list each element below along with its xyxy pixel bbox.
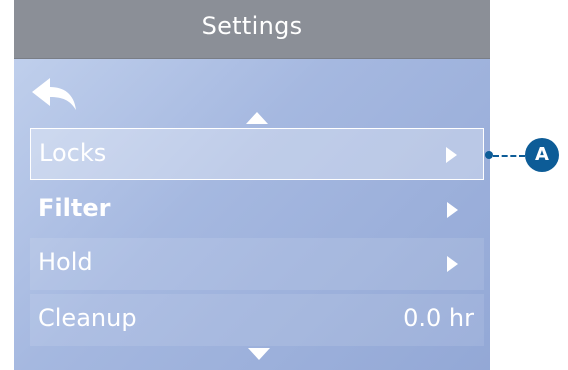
menu-item-label: Hold <box>38 248 93 276</box>
menu-item-locks[interactable]: Locks <box>30 128 484 180</box>
chevron-right-icon <box>447 256 458 272</box>
back-button[interactable] <box>30 76 80 114</box>
menu-item-label: Cleanup <box>38 304 137 332</box>
menu-item-label: Locks <box>39 139 107 167</box>
cleanup-value: 0.0 hr <box>403 304 474 332</box>
callout-leader-line <box>493 155 525 157</box>
menu-item-cleanup[interactable]: Cleanup 0.0 hr <box>30 294 484 346</box>
callout-pointer-dot <box>485 151 493 159</box>
scroll-up-button[interactable] <box>246 112 268 124</box>
menu-item-hold[interactable]: Hold <box>30 238 484 290</box>
chevron-right-icon <box>446 147 457 163</box>
chevron-right-icon <box>447 202 458 218</box>
title-bar: Settings <box>14 0 490 59</box>
menu-item-label: Filter <box>38 194 111 222</box>
scroll-down-button[interactable] <box>248 348 270 360</box>
menu-item-filter[interactable]: Filter <box>30 184 484 236</box>
callout-badge: A <box>525 138 559 172</box>
spa-display-screen: Settings Locks Filter Hold Cleanup 0.0 h… <box>14 0 490 370</box>
page-title: Settings <box>201 12 303 40</box>
back-arrow-icon <box>32 78 76 110</box>
